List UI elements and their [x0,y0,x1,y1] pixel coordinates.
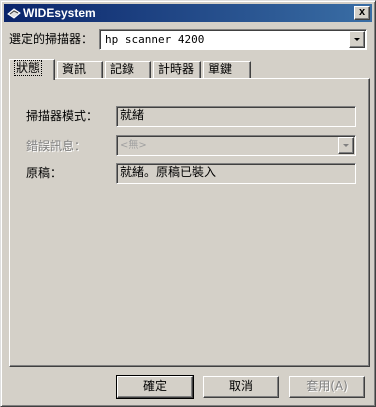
scanner-app-icon [7,8,21,19]
scanner-select-label: 選定的掃描器： [9,32,94,46]
chevron-down-icon [338,137,354,154]
original-value: 就緒。原稿已裝入 [120,165,217,179]
status-panel: 掃描器模式： 就緒 錯誤訊息： <無> 原稿： 就緒。原稿已裝入 [9,78,370,367]
tab-log[interactable]: 記錄 [105,61,151,79]
original-label: 原稿： [26,166,63,180]
tab-onebutton-label: 單鍵 [208,62,233,76]
scanner-select-value: hp scanner 4200 [105,33,205,46]
scanner-mode-label: 掃描器模式： [26,109,99,123]
scanner-mode-field: 就緒 [116,106,356,127]
cancel-button-label: 取消 [228,379,253,393]
ok-button[interactable]: 確定 [116,375,194,399]
ok-button-label: 確定 [142,379,167,393]
close-icon: x [358,6,366,18]
close-button[interactable]: x [354,6,370,20]
dialog-window: WIDEsystem x 選定的掃描器： hp scanner 4200 狀態 … [0,0,376,407]
tab-timer[interactable]: 計時器 [153,61,201,79]
tab-strip: 狀態 資訊 記錄 計時器 單鍵 [9,59,369,80]
chevron-down-icon[interactable] [349,31,365,48]
window-title: WIDEsystem [23,6,96,20]
tab-status[interactable]: 狀態 [9,59,55,80]
error-message-placeholder: <無> [120,140,147,151]
tab-log-label: 記錄 [110,62,135,76]
tab-info[interactable]: 資訊 [57,61,103,79]
tab-status-label: 狀態 [14,60,43,76]
title-bar[interactable]: WIDEsystem x [4,4,372,22]
original-field: 就緒。原稿已裝入 [116,163,356,184]
cancel-button[interactable]: 取消 [203,376,279,398]
tab-onebutton[interactable]: 單鍵 [203,61,251,79]
scanner-select[interactable]: hp scanner 4200 [99,29,367,50]
tab-timer-label: 計時器 [158,62,195,76]
error-message-select: <無> [116,135,356,156]
tab-info-label: 資訊 [62,62,87,76]
apply-button-label: 套用(A) [306,379,348,393]
error-message-label: 錯誤訊息： [26,139,87,153]
scanner-mode-value: 就緒 [120,108,145,122]
apply-button[interactable]: 套用(A) [289,376,365,398]
